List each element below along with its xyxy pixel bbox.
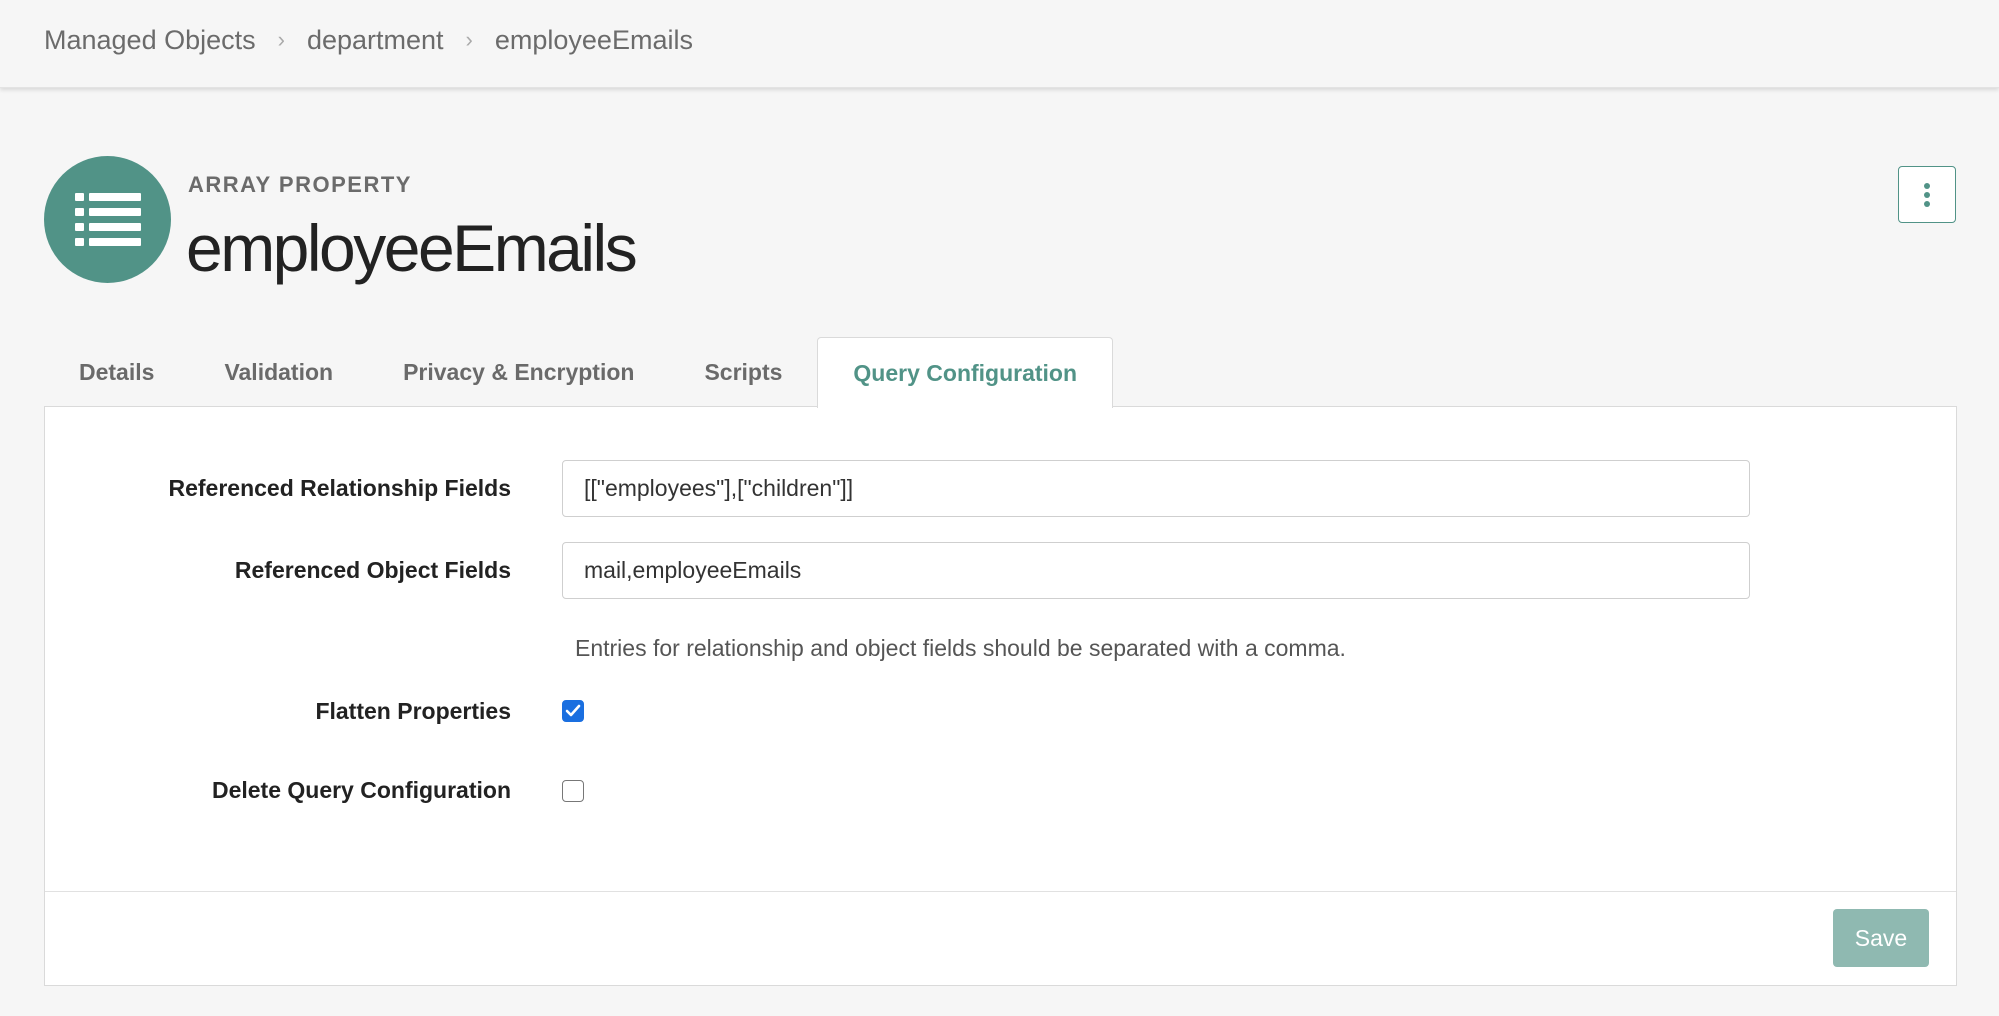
chevron-right-icon: › bbox=[465, 27, 473, 52]
page-title: employeeEmails bbox=[186, 211, 638, 285]
tab-scripts[interactable]: Scripts bbox=[669, 337, 817, 408]
tab-bar: Details Validation Privacy & Encryption … bbox=[44, 337, 1114, 408]
checkmark-icon bbox=[565, 704, 581, 717]
tab-validation[interactable]: Validation bbox=[189, 337, 368, 408]
flatten-properties-label: Flatten Properties bbox=[315, 698, 511, 724]
list-icon bbox=[44, 156, 171, 283]
flatten-properties-checkbox[interactable] bbox=[562, 700, 584, 722]
query-configuration-panel: Referenced Relationship Fields [["employ… bbox=[44, 406, 1957, 986]
breadcrumb-current: employeeEmails bbox=[494, 24, 693, 55]
breadcrumb: Managed Objects › department › employeeE… bbox=[44, 20, 693, 60]
top-bar: Managed Objects › department › employeeE… bbox=[0, 0, 1999, 88]
chevron-right-icon: › bbox=[277, 27, 285, 52]
delete-query-configuration-label: Delete Query Configuration bbox=[211, 777, 511, 803]
breadcrumb-managed-objects[interactable]: Managed Objects bbox=[44, 25, 256, 56]
help-text: Entries for relationship and object fiel… bbox=[575, 635, 1346, 661]
delete-query-configuration-checkbox[interactable] bbox=[562, 780, 584, 802]
tab-details[interactable]: Details bbox=[44, 337, 189, 408]
referenced-relationship-fields-input[interactable]: [["employees"],["children"]] bbox=[562, 460, 1750, 517]
breadcrumb-department[interactable]: department bbox=[307, 25, 444, 56]
referenced-object-fields-label: Referenced Object Fields bbox=[234, 557, 511, 583]
property-type-label: ARRAY PROPERTY bbox=[188, 172, 412, 197]
panel-footer: Save bbox=[45, 891, 1956, 985]
tab-query-configuration[interactable]: Query Configuration bbox=[817, 337, 1114, 408]
kebab-icon bbox=[1924, 182, 1930, 207]
save-button[interactable]: Save bbox=[1833, 909, 1929, 967]
referenced-object-fields-input[interactable]: mail,employeeEmails bbox=[562, 542, 1750, 599]
referenced-relationship-fields-label: Referenced Relationship Fields bbox=[168, 475, 511, 501]
more-options-button[interactable] bbox=[1898, 166, 1956, 223]
tab-privacy-encryption[interactable]: Privacy & Encryption bbox=[368, 337, 669, 408]
